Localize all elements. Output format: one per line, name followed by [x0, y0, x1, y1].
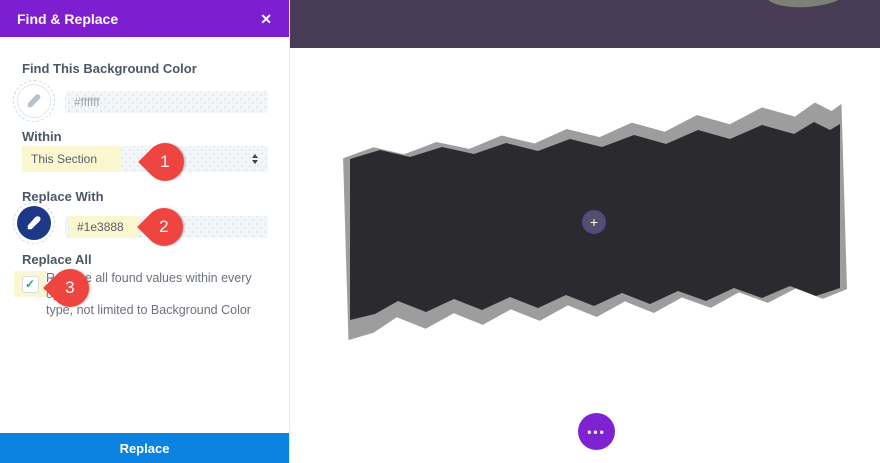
- page-preview-canvas: + •••: [290, 0, 880, 463]
- annotation-badge-1: 1: [138, 135, 192, 189]
- ellipsis-icon: •••: [587, 425, 606, 439]
- add-module-button[interactable]: +: [582, 210, 606, 234]
- check-icon: ✓: [25, 277, 35, 291]
- within-label: Within: [22, 129, 62, 144]
- find-replace-modal: Find & Replace ✕ Find This Background Co…: [0, 0, 290, 463]
- modal-header[interactable]: Find & Replace ✕: [0, 0, 289, 37]
- page-settings-button[interactable]: •••: [578, 413, 615, 450]
- close-icon[interactable]: ✕: [260, 12, 272, 26]
- replace-all-checkbox[interactable]: ✓: [22, 276, 39, 293]
- screen: + ••• Find & Replace ✕ Find This Backgro…: [0, 0, 880, 463]
- torn-paper-divider-graphic[interactable]: [290, 0, 880, 463]
- find-color-swatch[interactable]: [17, 84, 51, 118]
- replace-with-label: Replace With: [22, 189, 104, 204]
- find-color-value: #ffffff: [65, 95, 100, 109]
- eyedropper-icon: [26, 215, 42, 231]
- find-color-input[interactable]: #ffffff: [65, 91, 268, 113]
- modal-title: Find & Replace: [17, 11, 118, 27]
- within-selected-value: This Section: [22, 146, 121, 172]
- select-arrows-icon: [252, 154, 258, 164]
- eyedropper-icon: [26, 93, 42, 109]
- annotation-badge-2: 2: [137, 200, 191, 254]
- find-color-label: Find This Background Color: [22, 61, 197, 76]
- replace-button[interactable]: Replace: [0, 433, 289, 463]
- replace-color-value: #1e3888: [69, 216, 140, 238]
- plus-icon: +: [590, 215, 598, 229]
- replace-all-label: Replace All: [22, 252, 92, 267]
- replace-color-swatch[interactable]: [17, 206, 51, 240]
- replace-all-checkbox-highlight: ✓: [14, 271, 46, 297]
